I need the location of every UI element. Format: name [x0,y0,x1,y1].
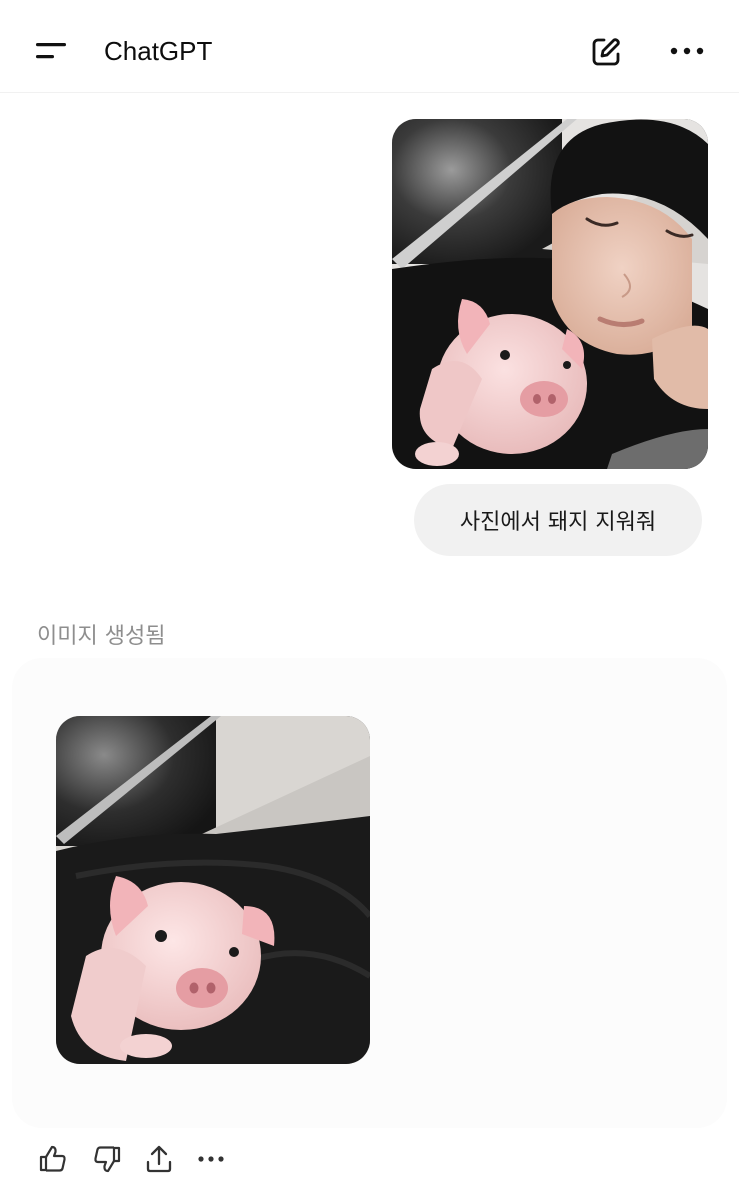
user-attached-photo[interactable] [392,119,708,469]
image-generated-label: 이미지 생성됨 [37,624,166,649]
app-title: ChatGPT [104,36,213,66]
user-message-text: 사진에서 돼지 지워줘 [459,510,657,535]
compose-icon[interactable] [588,34,624,70]
share-icon[interactable] [142,1142,176,1176]
generated-image[interactable] [56,716,370,1064]
thumbs-down-icon[interactable] [90,1142,124,1176]
user-message-bubble: 사진에서 돼지 지워줘 [414,484,702,556]
top-bar: ChatGPT [0,0,739,93]
more-icon[interactable] [668,38,706,64]
more-options-icon[interactable] [194,1142,228,1176]
menu-icon[interactable] [34,38,68,64]
thumbs-up-icon[interactable] [36,1142,70,1176]
